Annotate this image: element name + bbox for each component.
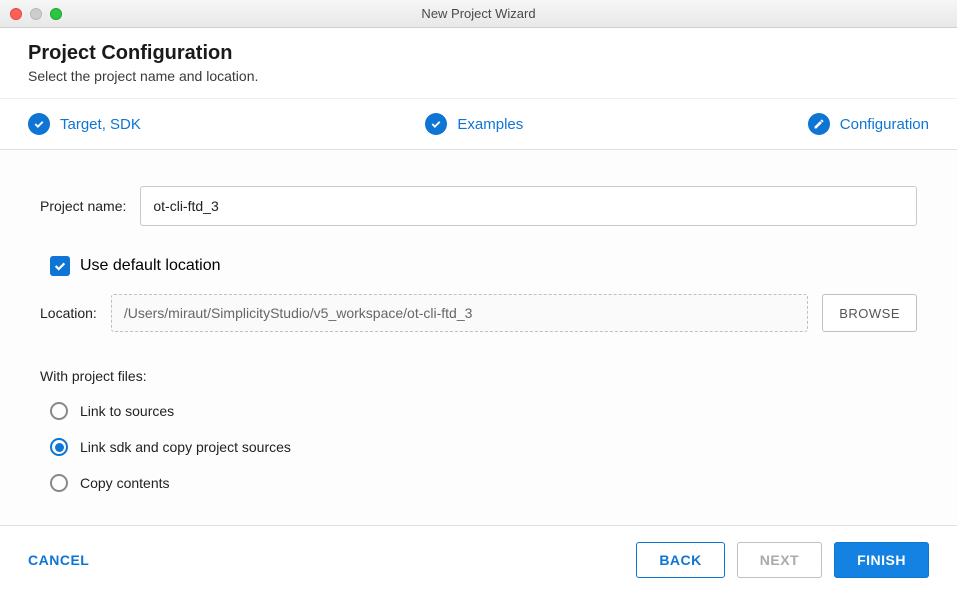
step-examples[interactable]: Examples [425,113,523,135]
form-content: Project name: Use default location Locat… [0,150,957,530]
location-row: Location: BROWSE [40,294,917,332]
checkbox-checked-icon[interactable] [50,256,70,276]
header: Project Configuration Select the project… [0,28,957,99]
cancel-button[interactable]: CANCEL [28,552,89,568]
browse-button[interactable]: BROWSE [822,294,917,332]
step-configuration[interactable]: Configuration [808,113,929,135]
use-default-location-row[interactable]: Use default location [50,256,917,276]
project-name-row: Project name: [40,186,917,226]
page-title: Project Configuration [28,42,929,65]
use-default-location-label: Use default location [80,257,221,275]
radio-unchecked-icon[interactable] [50,474,68,492]
footer-right: BACK NEXT FINISH [636,542,929,578]
location-input [111,294,808,332]
radio-label: Copy contents [80,475,170,491]
radio-link-sdk-copy-sources[interactable]: Link sdk and copy project sources [50,438,917,456]
check-icon [28,113,50,135]
project-name-label: Project name: [40,198,126,214]
project-name-input[interactable] [140,186,917,226]
page-subtitle: Select the project name and location. [28,68,929,84]
next-button: NEXT [737,542,822,578]
location-label: Location: [40,305,97,321]
step-label: Examples [457,116,523,133]
close-window-button[interactable] [10,8,22,20]
pencil-icon [808,113,830,135]
radio-link-to-sources[interactable]: Link to sources [50,402,917,420]
project-files-label: With project files: [40,368,917,384]
window-controls [0,8,62,20]
back-button[interactable]: BACK [636,542,724,578]
footer: CANCEL BACK NEXT FINISH [0,525,957,594]
step-target-sdk[interactable]: Target, SDK [28,113,141,135]
radio-unchecked-icon[interactable] [50,402,68,420]
maximize-window-button[interactable] [50,8,62,20]
window-title: New Project Wizard [421,6,535,21]
minimize-window-button[interactable] [30,8,42,20]
step-label: Target, SDK [60,116,141,133]
radio-label: Link to sources [80,403,174,419]
step-label: Configuration [840,116,929,133]
radio-label: Link sdk and copy project sources [80,439,291,455]
titlebar: New Project Wizard [0,0,957,28]
check-icon [425,113,447,135]
finish-button[interactable]: FINISH [834,542,929,578]
wizard-stepper: Target, SDK Examples Configuration [0,99,957,150]
radio-checked-icon[interactable] [50,438,68,456]
radio-copy-contents[interactable]: Copy contents [50,474,917,492]
